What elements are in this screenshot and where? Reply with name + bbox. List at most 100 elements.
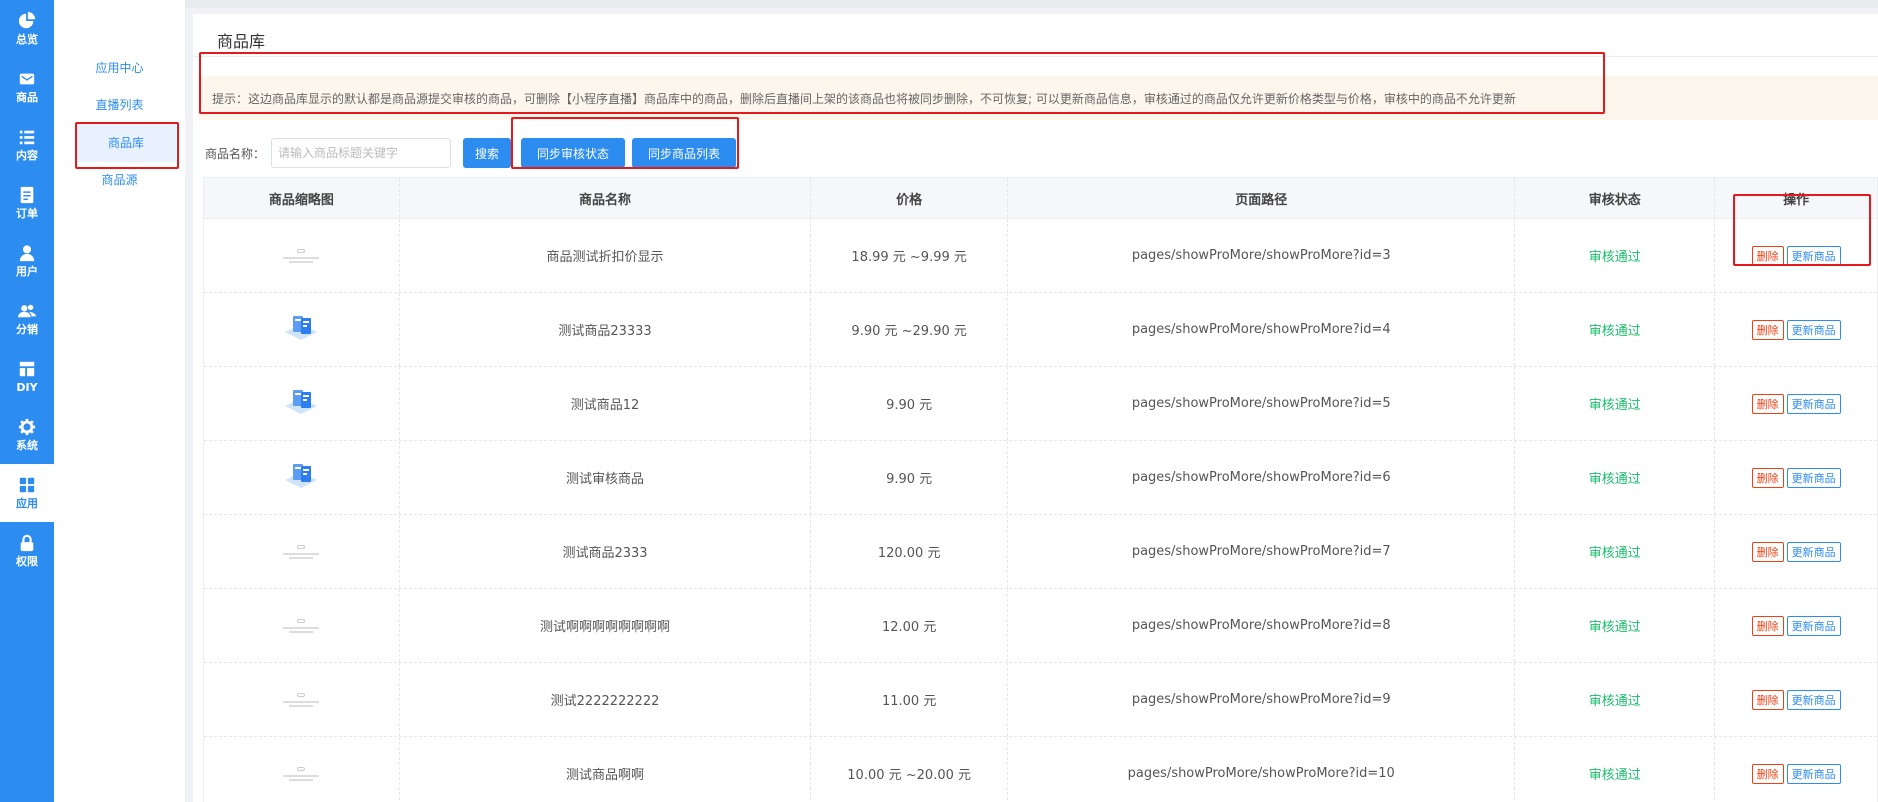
rail-item-system[interactable]: 系统 [0, 406, 54, 464]
user-icon [19, 245, 35, 262]
app-root: 总览 商品 内容 订单 用户 分销 DIY 系统 应用 权限 应用中心 直播列表… [0, 0, 1878, 802]
update-goods-button[interactable]: 更新商品 [1786, 393, 1841, 414]
cell-thumb [204, 663, 400, 736]
goods-thumbnail-placeholder [281, 242, 321, 270]
goods-thumbnail-placeholder [281, 538, 321, 566]
goods-thumbnail [281, 386, 321, 422]
document-icon [20, 186, 34, 204]
cell-path: pages/showProMore/showProMore?id=7 [1008, 515, 1516, 588]
mail-icon [19, 73, 35, 85]
cell-thumb [204, 737, 400, 802]
rail-item-users[interactable]: 用户 [0, 232, 54, 290]
update-goods-button[interactable]: 更新商品 [1786, 763, 1841, 784]
table-header: 商品缩略图 商品名称 价格 页面路径 审核状态 操作 [204, 178, 1877, 219]
cell-path: pages/showProMore/showProMore?id=9 [1008, 663, 1516, 736]
annotation-box-sync-buttons [511, 117, 739, 169]
rail-item-permission[interactable]: 权限 [0, 522, 54, 580]
cell-actions: 删除 更新商品 [1715, 737, 1877, 802]
rail-label: 总览 [16, 33, 38, 46]
rail-label: 商品 [16, 91, 38, 104]
cell-thumb [204, 515, 400, 588]
rail-item-distribution[interactable]: 分销 [0, 290, 54, 348]
cell-price: 9.90 元 ~29.90 元 [811, 293, 1009, 366]
cell-actions: 删除 更新商品 [1715, 589, 1877, 662]
delete-button[interactable]: 删除 [1751, 467, 1784, 488]
rail-label: 权限 [16, 555, 38, 568]
users-icon [18, 304, 36, 318]
cell-price: 120.00 元 [811, 515, 1009, 588]
annotation-box-actions [1733, 194, 1871, 266]
cell-name: 测试商品啊啊 [400, 737, 812, 802]
search-input[interactable] [271, 138, 451, 168]
cell-name: 测试啊啊啊啊啊啊啊啊 [400, 589, 812, 662]
cell-status: 审核通过 [1515, 219, 1716, 292]
delete-button[interactable]: 删除 [1751, 689, 1784, 710]
search-button[interactable]: 搜索 [463, 138, 511, 168]
cell-path: pages/showProMore/showProMore?id=5 [1008, 367, 1516, 440]
header-status: 审核状态 [1515, 178, 1716, 218]
rail-label: 订单 [16, 207, 38, 220]
cell-actions: 删除 更新商品 [1715, 515, 1877, 588]
cell-price: 18.99 元 ~9.99 元 [811, 219, 1009, 292]
goods-thumbnail-placeholder [281, 612, 321, 640]
update-goods-button[interactable]: 更新商品 [1786, 689, 1841, 710]
top-strip [185, 0, 1878, 8]
cell-price: 9.90 元 [811, 441, 1009, 514]
cell-name: 测试商品2333 [400, 515, 812, 588]
rail-label: 分销 [16, 323, 38, 336]
cell-actions: 删除 更新商品 [1715, 441, 1877, 514]
update-goods-button[interactable]: 更新商品 [1786, 319, 1841, 340]
cell-price: 10.00 元 ~20.00 元 [811, 737, 1009, 802]
cell-thumb [204, 589, 400, 662]
cell-status: 审核通过 [1515, 663, 1716, 736]
rail-label: DIY [16, 381, 38, 394]
delete-button[interactable]: 删除 [1751, 615, 1784, 636]
rail-item-orders[interactable]: 订单 [0, 174, 54, 232]
cell-path: pages/showProMore/showProMore?id=10 [1008, 737, 1516, 802]
update-goods-button[interactable]: 更新商品 [1786, 615, 1841, 636]
gear-icon [18, 418, 36, 436]
delete-button[interactable]: 删除 [1751, 541, 1784, 562]
table-row: 测试2222222222 11.00 元 pages/showProMore/sho… [204, 663, 1877, 737]
goods-thumbnail-placeholder [281, 686, 321, 714]
cell-name: 测试商品23333 [400, 293, 812, 366]
delete-button[interactable]: 删除 [1751, 763, 1784, 784]
table-row: 测试商品12 9.90 元 pages/showProMore/showProMor… [204, 367, 1877, 441]
cell-status: 审核通过 [1515, 367, 1716, 440]
rail-item-content[interactable]: 内容 [0, 116, 54, 174]
table-row: 测试啊啊啊啊啊啊啊啊 12.00 元 pages/showProMore/showP… [204, 589, 1877, 663]
cell-status: 审核通过 [1515, 515, 1716, 588]
goods-thumbnail [281, 460, 321, 496]
sub-item-live-list[interactable]: 直播列表 [54, 89, 185, 119]
header-thumb: 商品缩略图 [204, 178, 400, 218]
delete-button[interactable]: 删除 [1751, 393, 1784, 414]
table-row: 商品测试折扣价显示 18.99 元 ~9.99 元 pages/showProMor… [204, 219, 1877, 293]
list-icon [19, 130, 35, 145]
table-row: 测试商品23333 9.90 元 ~29.90 元 pages/showProMor… [204, 293, 1877, 367]
rail-item-apps[interactable]: 应用 [0, 464, 54, 522]
lock-icon [20, 534, 34, 552]
rail-label: 应用 [16, 497, 38, 510]
cell-name: 测试2222222222 [400, 663, 812, 736]
pie-chart-icon [18, 12, 36, 29]
cell-actions: 删除 更新商品 [1715, 293, 1877, 366]
rail-item-goods[interactable]: 商品 [0, 58, 54, 116]
goods-thumbnail-placeholder [281, 760, 321, 788]
cell-path: pages/showProMore/showProMore?id=6 [1008, 441, 1516, 514]
update-goods-button[interactable]: 更新商品 [1786, 541, 1841, 562]
header-name: 商品名称 [400, 178, 812, 218]
update-goods-button[interactable]: 更新商品 [1786, 467, 1841, 488]
rail-item-diy[interactable]: DIY [0, 348, 54, 406]
cell-price: 11.00 元 [811, 663, 1009, 736]
rail-item-overview[interactable]: 总览 [0, 0, 54, 58]
cell-thumb [204, 219, 400, 292]
cell-thumb [204, 441, 400, 514]
cell-thumb [204, 293, 400, 366]
sub-item-app-center[interactable]: 应用中心 [54, 52, 185, 82]
annotation-box-submenu [75, 122, 179, 169]
annotation-box-notice [199, 52, 1605, 114]
cell-name: 测试商品12 [400, 367, 812, 440]
header-path: 页面路径 [1008, 178, 1516, 218]
rail-label: 用户 [16, 265, 38, 278]
delete-button[interactable]: 删除 [1751, 319, 1784, 340]
